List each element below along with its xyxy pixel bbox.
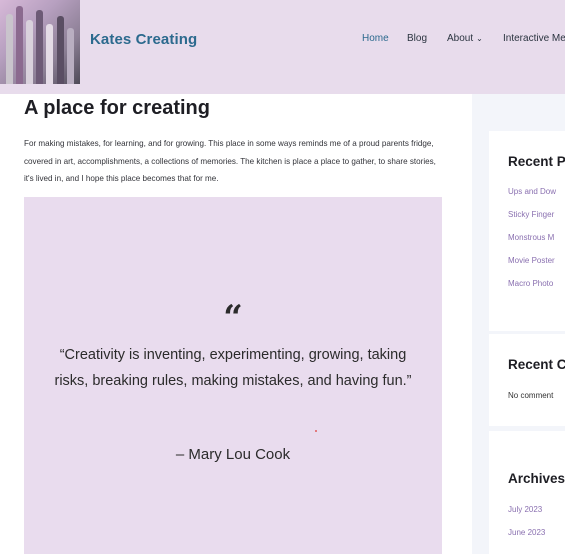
main-content: A place for creating For making mistakes… — [0, 94, 472, 554]
page-title: A place for creating — [24, 97, 210, 119]
recent-post-link[interactable]: Macro Photo — [508, 279, 553, 288]
nav-about[interactable]: About ⌄ — [447, 33, 483, 44]
archives-heading: Archives — [508, 471, 565, 486]
site-logo-image[interactable] — [0, 0, 80, 84]
recent-comments-heading: Recent C — [508, 357, 565, 372]
quote-icon: “ — [223, 298, 243, 338]
quote-text: “Creativity is inventing, experimenting,… — [54, 347, 412, 389]
decorative-dot — [315, 430, 317, 432]
recent-posts-widget: Recent P Ups and Dow Sticky Finger Monst… — [489, 131, 565, 331]
nav-home[interactable]: Home — [362, 33, 389, 44]
quote-author: – Mary Lou Cook — [175, 446, 291, 463]
recent-post-link[interactable]: Monstrous M — [508, 233, 554, 242]
recent-comments-widget: Recent C No comment — [489, 334, 565, 426]
no-comments-text: No comment — [508, 391, 554, 400]
archive-link[interactable]: July 2023 — [508, 505, 542, 514]
sidebar: Recent P Ups and Dow Sticky Finger Monst… — [472, 94, 565, 554]
recent-post-link[interactable]: Ups and Dow — [508, 187, 556, 196]
nav-interactive[interactable]: Interactive Me — [503, 33, 565, 44]
quote-block: “ “Creativity is inventing, experimentin… — [24, 197, 442, 554]
nav-about-label: About — [447, 33, 474, 44]
recent-post-link[interactable]: Movie Poster — [508, 256, 555, 265]
site-title[interactable]: Kates Creating — [90, 31, 197, 48]
archives-widget: Archives July 2023 June 2023 — [489, 431, 565, 554]
site-header: Kates Creating Home Blog About ⌄ Interact… — [0, 0, 565, 94]
intro-paragraph: For making mistakes, for learning, and f… — [24, 139, 436, 183]
nav-blog[interactable]: Blog — [407, 33, 427, 44]
recent-posts-heading: Recent P — [508, 154, 565, 169]
recent-post-link[interactable]: Sticky Finger — [508, 210, 554, 219]
archive-link[interactable]: June 2023 — [508, 528, 545, 537]
chevron-down-icon: ⌄ — [476, 34, 483, 43]
